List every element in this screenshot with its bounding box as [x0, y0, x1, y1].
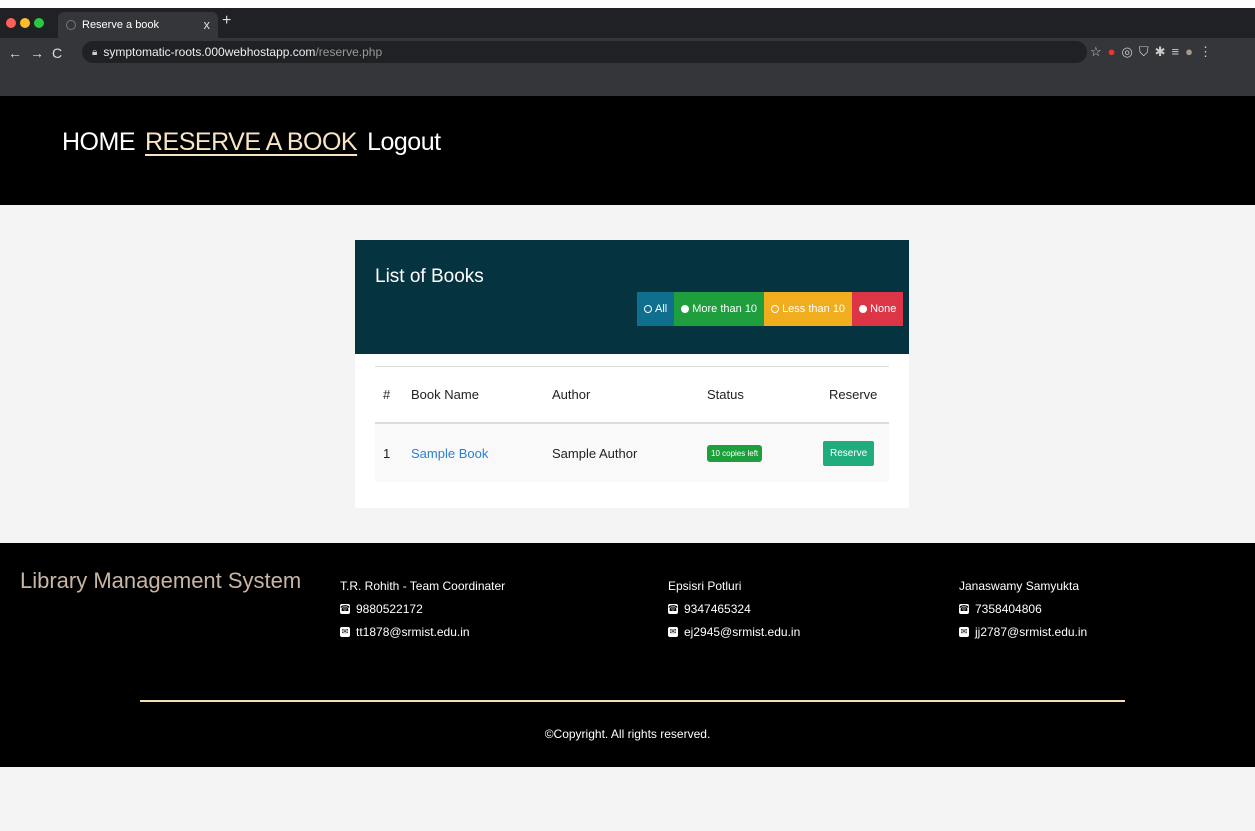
extension-icon[interactable]: ●: [1108, 44, 1122, 59]
filter-less-than-10-button[interactable]: Less than 10: [764, 292, 853, 326]
lock-icon: 🔒︎: [92, 46, 98, 58]
contact-email[interactable]: tt1878@srmist.edu.in: [356, 625, 470, 639]
puzzle-icon[interactable]: ✱: [1155, 44, 1172, 59]
filter-none-button[interactable]: None: [852, 292, 904, 326]
browser-tab-bar: Reserve a book x +: [0, 8, 1255, 38]
filter-label: All: [655, 303, 668, 315]
envelope-icon: ✉: [668, 626, 678, 637]
avatar-icon[interactable]: ●: [1185, 44, 1199, 59]
copyright-text: ©Copyright. All rights reserved.: [544, 727, 711, 741]
bookmark-star-icon[interactable]: ☆: [1090, 44, 1108, 59]
reserve-button[interactable]: Reserve: [823, 440, 875, 466]
card-header: List of Books All More than 10 Less than…: [355, 240, 909, 354]
phone-icon: ☎: [340, 603, 350, 614]
row-number: 1: [383, 445, 391, 461]
new-tab-icon[interactable]: +: [222, 12, 231, 30]
contact-block: T.R. Rohith - Team Coordinater ☎ 98805221…: [340, 574, 505, 643]
radio-icon: [644, 305, 652, 313]
maximize-window-dot[interactable]: [34, 18, 44, 28]
column-header-number: #: [383, 387, 391, 402]
tab-title: Reserve a book: [82, 19, 160, 31]
contact-block: Janaswamy Samyukta ☎ 7358404806 ✉ jj2787@s…: [959, 574, 1087, 643]
back-arrow-icon[interactable]: ←: [8, 45, 30, 61]
column-header-book-name: Book Name: [411, 387, 479, 402]
table-row: 1 Sample Book Sample Author 10 copies le…: [375, 424, 889, 482]
nav-logout[interactable]: Logout: [367, 128, 441, 157]
extension-icons: ☆●◎⛉✱≡●⋮: [1090, 44, 1218, 60]
minimize-window-dot[interactable]: [20, 18, 30, 28]
envelope-icon: ✉: [959, 626, 969, 637]
envelope-icon: ✉: [340, 626, 350, 637]
card-title: List of Books: [375, 266, 484, 287]
reading-list-icon[interactable]: ≡: [1172, 44, 1186, 59]
filter-label: Less than 10: [782, 303, 846, 315]
browser-nav-icons: ←→C: [8, 45, 70, 61]
url-bar[interactable]: 🔒︎ symptomatic-roots.000webhostapp.com/r…: [82, 41, 1087, 63]
url-path: /reserve.php: [315, 45, 383, 59]
contact-email[interactable]: jj2787@srmist.edu.in: [975, 625, 1087, 639]
nav-home[interactable]: HOME: [62, 128, 136, 157]
contact-phone: 9347465324: [684, 601, 751, 616]
contact-name: Epsisri Potluri: [668, 578, 742, 593]
filter-label: None: [870, 303, 897, 315]
book-author: Sample Author: [552, 445, 638, 461]
books-table: # Book Name Author Status Reserve 1 Samp…: [375, 366, 889, 482]
tab-close-icon[interactable]: x: [204, 17, 211, 32]
radio-icon: [771, 305, 780, 313]
book-name-link[interactable]: Sample Book: [411, 446, 488, 461]
phone-icon: ☎: [668, 603, 678, 614]
footer-brand: Library Management System: [20, 568, 302, 593]
filter-label: More than 10: [692, 303, 758, 315]
window-top-strip: [0, 0, 1255, 8]
main-nav: HOME RESERVE A BOOK Logout: [62, 128, 441, 157]
filter-group: All More than 10 Less than 10 None: [637, 292, 904, 326]
radio-icon: [681, 305, 690, 313]
shield-icon[interactable]: ⛉: [1139, 44, 1155, 59]
nav-reserve-book[interactable]: RESERVE A BOOK: [145, 128, 358, 157]
reload-icon[interactable]: C: [52, 45, 70, 61]
close-window-dot[interactable]: [6, 18, 16, 28]
column-header-reserve: Reserve: [829, 387, 878, 402]
filter-all-button[interactable]: All: [637, 292, 675, 326]
table-header: # Book Name Author Status Reserve: [375, 366, 889, 424]
filter-more-than-10-button[interactable]: More than 10: [674, 292, 765, 326]
books-card: List of Books All More than 10 Less than…: [355, 240, 909, 508]
column-header-status: Status: [707, 387, 744, 402]
extension-icon[interactable]: ◎: [1122, 44, 1139, 59]
contact-email[interactable]: ej2945@srmist.edu.in: [684, 625, 800, 639]
contact-block: Epsisri Potluri ☎ 9347465324 ✉ ej2945@srmi…: [668, 574, 800, 643]
phone-icon: ☎: [959, 603, 969, 614]
favicon-icon: [66, 20, 76, 30]
status-badge: 10 copies left: [707, 445, 763, 462]
contact-phone: 7358404806: [975, 601, 1042, 616]
url-host: symptomatic-roots.000webhostapp.com: [103, 45, 316, 59]
menu-icon[interactable]: ⋮: [1199, 44, 1218, 59]
column-header-author: Author: [552, 387, 591, 402]
contact-name: Janaswamy Samyukta: [959, 578, 1080, 593]
forward-arrow-icon[interactable]: →: [30, 45, 52, 61]
browser-tab[interactable]: Reserve a book x: [58, 12, 218, 38]
footer-divider: [140, 700, 1125, 702]
contact-phone: 9880522172: [356, 601, 423, 616]
contact-name: T.R. Rohith - Team Coordinater: [340, 578, 506, 593]
radio-icon: [859, 305, 868, 313]
